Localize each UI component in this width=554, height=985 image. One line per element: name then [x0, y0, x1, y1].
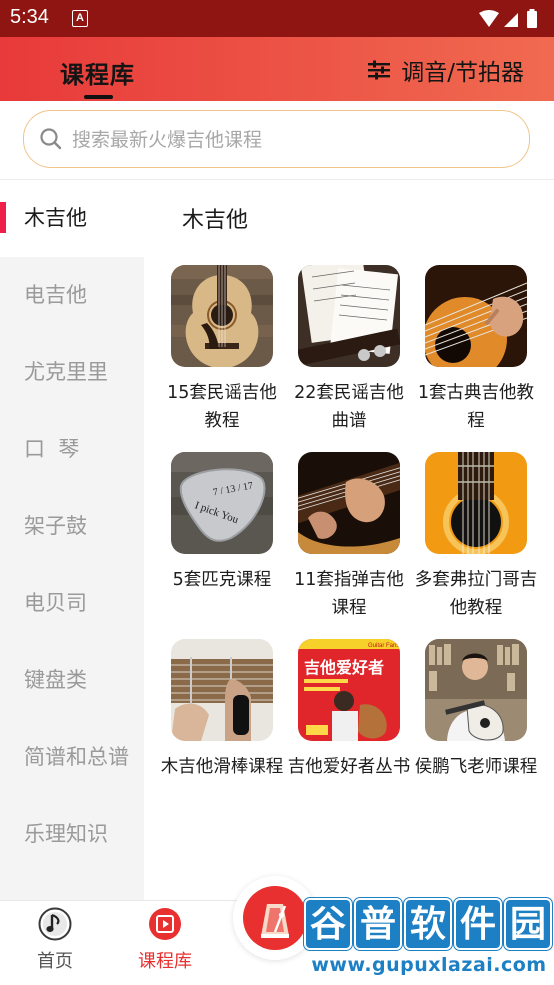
active-marker [0, 202, 6, 233]
sidebar-item-label: 木吉他 [24, 206, 87, 230]
watermark-char: 谷 [304, 898, 352, 950]
sidebar-item-label: 乐理知识 [24, 822, 108, 846]
search-input[interactable] [70, 111, 514, 169]
signal-icon [504, 13, 518, 27]
sidebar-item-label: 键盘类 [24, 668, 87, 692]
book-cover-title: 吉他爱好者 [304, 658, 384, 677]
nav-label: 首页 [37, 951, 73, 972]
tab-underline [84, 95, 113, 99]
course-label: 5套匹克课程 [172, 570, 272, 590]
music-note-icon [38, 907, 72, 941]
watermark-char: 普 [354, 898, 402, 950]
watermark: 谷 普 软 件 园 www.gupuxlazai.com [300, 896, 554, 984]
battery-icon [527, 9, 537, 28]
watermark-char: 软 [404, 898, 452, 950]
sidebar-item-music-theory[interactable]: 乐理知识 [0, 796, 144, 873]
course-thumbnail [425, 452, 527, 554]
sidebar-item-label: 尤克里里 [24, 360, 108, 384]
sidebar-item-label: 架子鼓 [24, 514, 87, 538]
sidebar-item-harmonica[interactable]: 口 琴 [0, 411, 144, 488]
course-label: 侯鹏飞老师课程 [414, 757, 538, 777]
metronome-icon [261, 904, 289, 938]
sidebar-item-acoustic-guitar[interactable]: 木吉他 [0, 180, 144, 257]
course-thumbnail [298, 265, 400, 367]
course-thumbnail: Guitar Fans 吉他爱好者 [298, 639, 400, 741]
course-label: 吉他爱好者丛书 [287, 757, 411, 777]
course-label: 15套民谣吉他教程 [167, 383, 277, 431]
sidebar-item-notation[interactable]: 简谱和总谱 [0, 719, 144, 796]
course-thumbnail [171, 639, 273, 741]
search-box[interactable] [23, 110, 530, 169]
course-content: 木吉他 15套民谣吉他教程 22套民谣吉他曲谱 1套古典吉他教程 7 / 13 … [144, 180, 554, 901]
course-label: 多套弗拉门哥吉他教程 [414, 570, 538, 618]
status-bar: 5:34 A [0, 0, 554, 37]
course-thumbnail [298, 452, 400, 554]
wifi-icon [479, 10, 499, 27]
sidebar-item-ukulele[interactable]: 尤克里里 [0, 334, 144, 411]
status-icons [479, 9, 537, 28]
nav-home[interactable]: 首页 [0, 901, 110, 985]
play-course-icon [149, 908, 181, 940]
sidebar-item-keyboard[interactable]: 键盘类 [0, 642, 144, 719]
sidebar-item-label: 电吉他 [24, 283, 87, 307]
tuner-label: 调音/节拍器 [401, 60, 524, 86]
course-label: 11套指弹吉他课程 [294, 570, 404, 618]
course-thumbnail: 7 / 13 / 17 I pick You [171, 452, 273, 554]
status-time: 5:34 [10, 6, 49, 28]
course-label: 1套古典吉他教程 [417, 383, 535, 431]
notification-icon: A [72, 10, 88, 27]
watermark-url: www.gupuxlazai.com [311, 954, 547, 976]
sidebar-item-drums[interactable]: 架子鼓 [0, 488, 144, 565]
category-title: 木吉他 [182, 208, 249, 233]
course-thumbnail [425, 265, 527, 367]
sidebar-item-label: 口 琴 [24, 437, 80, 461]
watermark-char: 件 [454, 898, 502, 950]
app-header: 课程库 调音/节拍器 [0, 37, 554, 101]
nav-course-library[interactable]: 课程库 [110, 901, 220, 985]
sidebar-item-label: 电贝司 [24, 591, 87, 615]
course-thumbnail [171, 265, 273, 367]
course-label: 22套民谣吉他曲谱 [294, 383, 404, 431]
watermark-logo: 谷 普 软 件 园 [304, 898, 554, 954]
sidebar-item-label: 简谱和总谱 [24, 745, 129, 769]
nav-label: 课程库 [138, 951, 192, 972]
search-bar [0, 101, 554, 180]
sidebar-item-electric-guitar[interactable]: 电吉他 [0, 257, 144, 334]
sliders-icon [368, 60, 391, 80]
tuner-metronome-button[interactable]: 调音/节拍器 [367, 55, 524, 86]
course-thumbnail [425, 639, 527, 741]
course-label: 木吉他滑棒课程 [160, 757, 284, 777]
category-sidebar: 木吉他 电吉他 尤克里里 口 琴 架子鼓 电贝司 键盘类 简谱和总谱 乐理知识 [0, 180, 144, 901]
book-banner-text: Guitar Fans [368, 643, 399, 649]
metronome-button[interactable] [243, 886, 307, 950]
sidebar-item-bass[interactable]: 电贝司 [0, 565, 144, 642]
search-icon [40, 128, 62, 150]
watermark-char: 园 [504, 898, 552, 950]
header-tab-course-library[interactable]: 课程库 [60, 55, 135, 90]
